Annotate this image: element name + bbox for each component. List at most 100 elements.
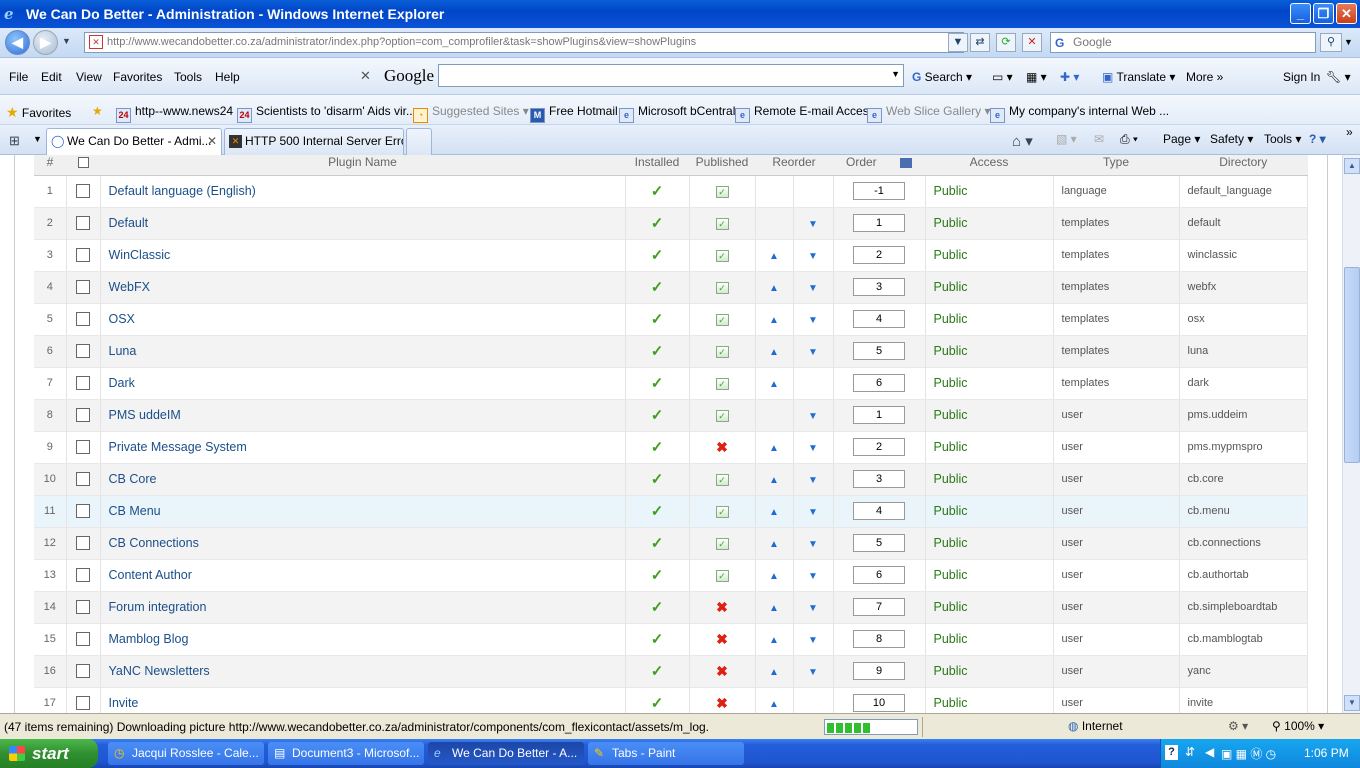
published-cell[interactable]: ✓ (689, 335, 756, 368)
move-up-icon[interactable]: ▲ (769, 603, 779, 614)
forward-button[interactable]: ▶ (33, 30, 58, 55)
plugin-name-link[interactable]: OSX (100, 303, 626, 336)
toolbar-plus-icon[interactable]: ✚ ▾ (1060, 70, 1079, 84)
plugin-name-link[interactable]: WinClassic (100, 239, 626, 272)
fav-item-remote-email[interactable]: e Remote E-mail Access (735, 104, 875, 123)
reorder-up-cell[interactable]: ▲ (755, 655, 794, 688)
command-bar-more-icon[interactable]: » (1346, 125, 1353, 139)
published-icon[interactable]: ✓ (715, 250, 729, 262)
reorder-down-cell[interactable]: ▼ (793, 495, 834, 528)
published-cell[interactable]: ✓ (689, 495, 756, 528)
move-down-icon[interactable]: ▼ (808, 667, 818, 678)
plugin-name-link[interactable]: Private Message System (100, 431, 626, 464)
google-input-dropdown-icon[interactable]: ▼ (891, 69, 900, 79)
reorder-up-cell[interactable]: ▲ (755, 367, 794, 400)
menu-edit[interactable]: Edit (41, 70, 62, 84)
published-cell[interactable]: ✖ (689, 623, 756, 656)
reorder-up-cell[interactable]: ▲ (755, 559, 794, 592)
row-checkbox-cell[interactable] (66, 527, 101, 560)
order-input[interactable]: 9 (853, 662, 905, 680)
reorder-up-cell[interactable]: ▲ (755, 495, 794, 528)
task-word[interactable]: ▤ Document3 - Microsof... (268, 742, 424, 765)
published-icon[interactable]: ✓ (715, 410, 729, 422)
move-up-icon[interactable]: ▲ (769, 539, 779, 550)
move-down-icon[interactable]: ▼ (808, 603, 818, 614)
published-cell[interactable]: ✖ (689, 591, 756, 624)
protected-mode-icon[interactable]: ⚙ ▾ (1228, 719, 1248, 733)
published-cell[interactable]: ✖ (689, 655, 756, 688)
reorder-down-cell[interactable]: ▼ (793, 559, 834, 592)
col-select-all[interactable] (66, 155, 100, 176)
published-icon[interactable]: ✓ (715, 570, 729, 582)
access-link[interactable]: Public (925, 527, 1054, 560)
order-input[interactable]: 6 (853, 566, 905, 584)
plugin-name-link[interactable]: Default language (English) (100, 175, 626, 208)
row-checkbox-cell[interactable] (66, 495, 101, 528)
access-link[interactable]: Public (925, 303, 1054, 336)
reorder-down-cell[interactable]: ▼ (793, 335, 834, 368)
order-input[interactable]: -1 (853, 182, 905, 200)
unpublished-icon[interactable]: ✖ (716, 631, 728, 647)
toolbar-page-icon[interactable]: ▦ ▾ (1026, 70, 1047, 84)
reorder-up-cell[interactable]: ▲ (755, 239, 794, 272)
scroll-down-icon[interactable]: ▼ (1344, 695, 1360, 711)
order-input[interactable]: 4 (853, 502, 905, 520)
close-button[interactable]: ✕ (1336, 3, 1357, 24)
reorder-down-cell[interactable]: ▼ (793, 527, 834, 560)
fav-item-hotmail[interactable]: M Free Hotmail (530, 104, 618, 123)
order-input[interactable]: 8 (853, 630, 905, 648)
stop-icon[interactable]: ✕ (1022, 33, 1042, 52)
order-input[interactable]: 2 (853, 438, 905, 456)
row-checkbox[interactable] (76, 248, 90, 263)
published-cell[interactable]: ✓ (689, 239, 756, 272)
history-dropdown-icon[interactable]: ▼ (62, 36, 71, 46)
address-input[interactable]: ✕ http://www.wecandobetter.co.za/adminis… (84, 32, 964, 53)
access-link[interactable]: Public (925, 335, 1054, 368)
toolbar-abc-icon[interactable]: ▭ ▾ (992, 70, 1013, 84)
plugin-name-link[interactable]: Luna (100, 335, 626, 368)
move-down-icon[interactable]: ▼ (808, 283, 818, 294)
access-link[interactable]: Public (925, 495, 1054, 528)
reorder-down-cell[interactable]: ▼ (793, 303, 834, 336)
tray-help-icon[interactable]: ? (1165, 745, 1178, 760)
published-icon[interactable]: ✓ (715, 506, 729, 518)
restore-button[interactable]: ❐ (1313, 3, 1334, 24)
menu-help[interactable]: Help (215, 70, 240, 84)
access-link[interactable]: Public (925, 207, 1054, 240)
sign-in-button[interactable]: Sign In (1283, 70, 1320, 84)
row-checkbox[interactable] (76, 312, 90, 327)
select-all-checkbox[interactable] (77, 157, 89, 169)
row-checkbox[interactable] (76, 536, 90, 551)
published-icon[interactable]: ✓ (715, 346, 729, 358)
safety-menu[interactable]: Safety ▾ (1210, 132, 1253, 146)
clock[interactable]: 1:06 PM (1304, 746, 1349, 760)
move-up-icon[interactable]: ▲ (769, 315, 779, 326)
row-checkbox-cell[interactable] (66, 367, 101, 400)
reorder-down-cell[interactable]: ▼ (793, 207, 834, 240)
row-checkbox-cell[interactable] (66, 687, 101, 713)
published-cell[interactable]: ✓ (689, 175, 756, 208)
row-checkbox-cell[interactable] (66, 591, 101, 624)
access-link[interactable]: Public (925, 687, 1054, 713)
minimize-button[interactable]: _ (1290, 3, 1311, 24)
translate-button[interactable]: ▣ Translate ▾ (1102, 70, 1175, 84)
move-down-icon[interactable]: ▼ (808, 507, 818, 518)
unpublished-icon[interactable]: ✖ (716, 599, 728, 615)
access-link[interactable]: Public (925, 655, 1054, 688)
row-checkbox[interactable] (76, 376, 90, 391)
published-cell[interactable]: ✓ (689, 303, 756, 336)
plugin-name-link[interactable]: Content Author (100, 559, 626, 592)
row-checkbox[interactable] (76, 696, 90, 711)
order-input[interactable]: 7 (853, 598, 905, 616)
published-icon[interactable]: ✓ (715, 282, 729, 294)
refresh-icon[interactable]: ⟳ (996, 33, 1016, 52)
compatibility-view-icon[interactable]: ⇄ (970, 33, 990, 52)
plugin-name-link[interactable]: CB Core (100, 463, 626, 496)
tray-icons[interactable]: ▣ ▦ Ⓜ ◷ (1221, 745, 1276, 762)
order-input[interactable]: 4 (853, 310, 905, 328)
move-up-icon[interactable]: ▲ (769, 251, 779, 262)
move-down-icon[interactable]: ▼ (808, 443, 818, 454)
search-go-icon[interactable]: ⚲ (1320, 33, 1342, 52)
row-checkbox-cell[interactable] (66, 335, 101, 368)
new-tab-button[interactable] (406, 128, 432, 155)
